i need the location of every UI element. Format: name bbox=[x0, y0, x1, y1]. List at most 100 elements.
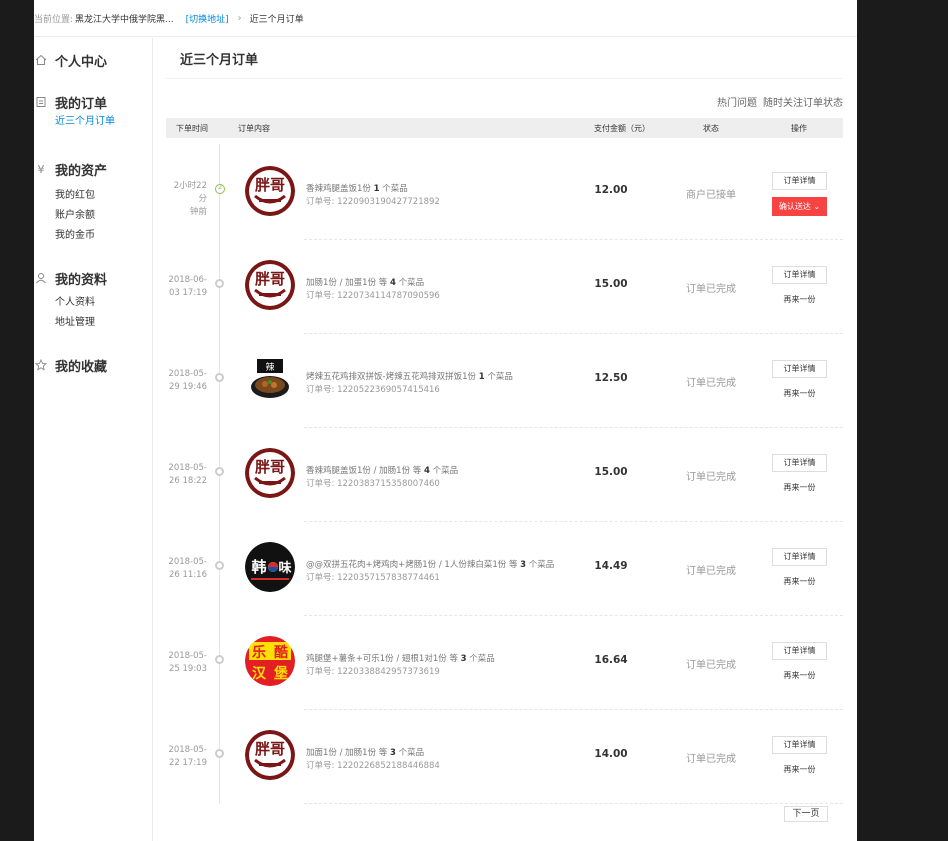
sidebar-section-head[interactable]: ¥ 我的资产 bbox=[34, 159, 108, 179]
sidebar-section-head[interactable]: 我的收藏 bbox=[34, 355, 107, 375]
shop-logo[interactable]: 韩味 bbox=[245, 542, 295, 592]
order-items-count-suffix: 个菜品 bbox=[398, 278, 425, 288]
order-detail-button[interactable]: 订单详情 bbox=[772, 172, 827, 190]
sidebar-section-head[interactable]: 个人中心 bbox=[34, 50, 107, 70]
order-number: 1220383715358007460 bbox=[337, 479, 440, 489]
order-items-count-suffix: 个菜品 bbox=[487, 372, 513, 382]
order-items: 香辣鸡腿盖饭1份 / 加肠1份 等 4 个菜品 订单号: 12203837153… bbox=[306, 465, 458, 491]
order-detail-button[interactable]: 订单详情 bbox=[772, 360, 827, 378]
order-amount: 15.00 bbox=[594, 466, 628, 478]
order-time-line2: 22 17:19 bbox=[168, 758, 207, 768]
sidebar-section-title: 我的资料 bbox=[55, 272, 108, 288]
order-row: 2018-05- 26 18:22 胖哥 香辣鸡腿盖饭1份 / 加肠1份 等 4… bbox=[166, 428, 843, 522]
order-items: 香辣鸡腿盖饭1份 1 个菜品 订单号: 1220903190427721892 bbox=[306, 183, 440, 209]
order-amount: 12.00 bbox=[594, 184, 628, 196]
shop-logo[interactable]: 胖哥 bbox=[245, 730, 295, 780]
order-items-count: 3 bbox=[460, 654, 467, 664]
svg-text:汉: 汉 bbox=[252, 666, 267, 682]
svg-text:味: 味 bbox=[278, 560, 291, 576]
order-time-line1: 2018-05- bbox=[168, 651, 207, 661]
user-icon bbox=[34, 271, 48, 285]
breadcrumb-label: 当前位置: bbox=[34, 14, 74, 25]
row-divider bbox=[304, 803, 843, 804]
order-time-line2: 26 11:16 bbox=[168, 570, 207, 580]
order-time-line2: 钟前 bbox=[189, 207, 207, 217]
sidebar-item-personal-info[interactable]: 个人资料 bbox=[55, 293, 107, 313]
order-items: @@双拼五花肉+烤鸡肉+烤肠1份 / 1人份辣白菜1份 等 3 个菜品 订单号:… bbox=[306, 559, 554, 585]
sidebar-item-balance[interactable]: 账户余额 bbox=[55, 206, 107, 226]
sidebar-item-address[interactable]: 地址管理 bbox=[55, 313, 107, 333]
order-row: 2小时22分 钟前 2 胖哥 香辣鸡腿盖饭1份 1 个菜品 订单号: 12209… bbox=[166, 146, 843, 240]
yen-icon: ¥ bbox=[37, 162, 45, 176]
sidebar-section-title: 我的收藏 bbox=[55, 359, 108, 375]
order-row: 2018-05- 26 11:16 韩味 @@双拼五花肉+烤鸡肉+烤肠1份 / … bbox=[166, 522, 843, 616]
sidebar-section-orders: 我的订单 近三个月订单 bbox=[34, 92, 115, 132]
order-status-link[interactable]: 随时关注订单状态 bbox=[763, 98, 843, 109]
reorder-button[interactable]: 再来一份 bbox=[772, 482, 827, 493]
order-number: 1220357157838774461 bbox=[337, 573, 440, 583]
sidebar-section-personal-center: 个人中心 bbox=[34, 50, 107, 70]
reorder-button[interactable]: 再来一份 bbox=[772, 576, 827, 587]
order-items: 烤辣五花鸡排双拼饭-烤辣五花鸡排双拼饭1份 1 个菜品 订单号: 1220522… bbox=[306, 371, 513, 397]
order-detail-button[interactable]: 订单详情 bbox=[772, 454, 827, 472]
shop-logo[interactable]: 胖哥 bbox=[245, 260, 295, 310]
svg-text:胖哥: 胖哥 bbox=[255, 176, 285, 194]
next-page-button[interactable]: 下一页 bbox=[784, 806, 828, 822]
column-header-content: 订单内容 bbox=[238, 124, 270, 133]
order-number-line: 订单号: 1220734114787090596 bbox=[306, 290, 440, 303]
order-status: 商户已接单 bbox=[686, 190, 736, 201]
reorder-button[interactable]: 再来一份 bbox=[772, 764, 827, 775]
shop-logo[interactable]: 辣 bbox=[245, 354, 295, 404]
reorder-button[interactable]: 再来一份 bbox=[772, 670, 827, 681]
shop-logo[interactable]: 胖哥 bbox=[245, 166, 295, 216]
svg-text:胖哥: 胖哥 bbox=[255, 270, 285, 288]
shop-logo[interactable]: 胖哥 bbox=[245, 448, 295, 498]
shop-logo[interactable]: 乐酷汉堡 bbox=[245, 636, 295, 686]
sidebar-section-assets: ¥ 我的资产 我的红包 账户余额 我的金币 bbox=[34, 159, 108, 246]
svg-text:韩: 韩 bbox=[251, 558, 266, 576]
reorder-button[interactable]: 再来一份 bbox=[772, 388, 827, 399]
confirm-delivery-button[interactable]: 确认送达 ⌄ bbox=[772, 197, 827, 216]
sidebar-item-red-packets[interactable]: 我的红包 bbox=[55, 186, 107, 206]
chevron-down-icon: ⌄ bbox=[813, 202, 821, 211]
timeline-dot bbox=[215, 279, 224, 288]
breadcrumb-address[interactable]: 黑龙江大学中俄学院黑... bbox=[75, 12, 174, 25]
order-items: 加面1份 / 加肠1份 等 3 个菜品 订单号: 122022685218844… bbox=[306, 747, 440, 773]
order-status: 订单已完成 bbox=[686, 378, 736, 389]
order-row: 2018-05- 29 19:46 辣 烤辣五花鸡排双拼饭-烤辣五花鸡排双拼饭1… bbox=[166, 334, 843, 428]
order-time-line2: 03 17:19 bbox=[168, 288, 207, 298]
sidebar-section-profile: 我的资料 个人资料 地址管理 bbox=[34, 268, 107, 333]
sidebar-item-recent-orders[interactable]: 近三个月订单 bbox=[55, 112, 115, 132]
order-time-line1: 2小时22分 bbox=[173, 181, 207, 204]
order-items-count-suffix: 个菜品 bbox=[398, 748, 425, 758]
order-items-count: 3 bbox=[520, 560, 527, 570]
left-dark-margin bbox=[0, 0, 34, 841]
sidebar-item-coins[interactable]: 我的金币 bbox=[55, 226, 107, 246]
column-header-time: 下单时间 bbox=[176, 124, 208, 133]
order-number-label: 订单号: bbox=[306, 761, 338, 771]
order-items-count: 1 bbox=[478, 372, 485, 382]
order-items-count-suffix: 个菜品 bbox=[432, 466, 459, 476]
order-items-text: 加面1份 / 加肠1份 等 bbox=[306, 748, 388, 758]
order-detail-button[interactable]: 订单详情 bbox=[772, 642, 827, 660]
order-time: 2018-05- 25 19:03 bbox=[166, 650, 207, 676]
order-amount: 14.00 bbox=[594, 748, 628, 760]
order-items: 鸡腿堡+薯条+可乐1份 / 翅根1对1份 等 3 个菜品 订单号: 122033… bbox=[306, 653, 495, 679]
order-detail-button[interactable]: 订单详情 bbox=[772, 266, 827, 284]
page-title: 近三个月订单 bbox=[166, 38, 843, 79]
order-number: 1220522369057415416 bbox=[337, 385, 440, 395]
sidebar: 个人中心 我的订单 近三个月订单 ¥ 我的资产 我的红包 账户余额 我的金币 我… bbox=[34, 38, 153, 841]
order-detail-button[interactable]: 订单详情 bbox=[772, 736, 827, 754]
timeline-dot bbox=[215, 561, 224, 570]
sidebar-section-head[interactable]: 我的订单 bbox=[34, 92, 115, 112]
switch-address-link[interactable]: [切换地址] bbox=[186, 12, 229, 25]
order-number: 1220734114787090596 bbox=[337, 291, 440, 301]
order-detail-button[interactable]: 订单详情 bbox=[772, 548, 827, 566]
timeline-active-icon: 2 bbox=[215, 184, 225, 194]
order-items: 加肠1份 / 加蛋1份 等 4 个菜品 订单号: 122073411478709… bbox=[306, 277, 440, 303]
hot-questions-link[interactable]: 热门问题 bbox=[717, 98, 757, 109]
order-row: 2018-06- 03 17:19 胖哥 加肠1份 / 加蛋1份 等 4 个菜品… bbox=[166, 240, 843, 334]
reorder-button[interactable]: 再来一份 bbox=[772, 294, 827, 305]
order-number-line: 订单号: 1220357157838774461 bbox=[306, 572, 554, 585]
sidebar-section-head[interactable]: 我的资料 bbox=[34, 268, 107, 288]
